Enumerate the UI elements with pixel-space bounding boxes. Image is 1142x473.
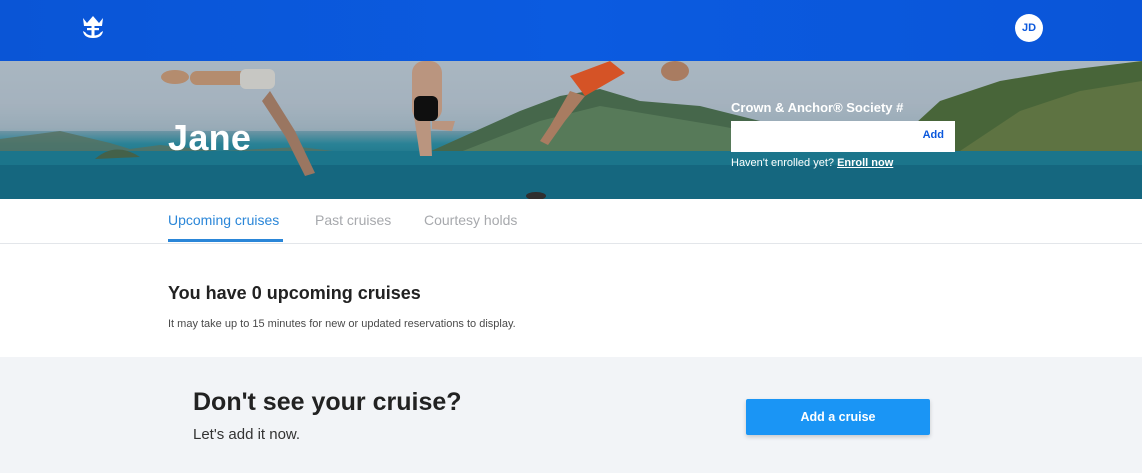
active-tab-indicator <box>168 239 283 242</box>
crown-anchor-icon[interactable] <box>79 14 107 40</box>
enroll-prompt-text: Haven't enrolled yet? <box>731 157 834 169</box>
cruise-tabs: Upcoming cruises Past cruises Courtesy h… <box>0 199 1142 244</box>
upcoming-cruises-heading: You have 0 upcoming cruises <box>168 283 421 303</box>
user-first-name: Jane <box>168 117 252 158</box>
user-avatar[interactable]: JD <box>1015 14 1043 42</box>
hero-banner: Jane Crown & Anchor® Society # Add Haven… <box>0 61 1142 199</box>
add-cruise-heading: Don't see your cruise? <box>193 388 462 416</box>
top-nav-bar: JD <box>0 0 1142 61</box>
add-cruise-button[interactable]: Add a cruise <box>746 399 930 435</box>
tab-past-cruises[interactable]: Past cruises <box>315 212 391 228</box>
add-cruise-subtitle: Let's add it now. <box>193 426 301 443</box>
crown-anchor-label: Crown & Anchor® Society # <box>731 100 904 115</box>
tab-courtesy-holds[interactable]: Courtesy holds <box>424 212 517 228</box>
enroll-now-link[interactable]: Enroll now <box>837 157 893 169</box>
reservation-delay-note: It may take up to 15 minutes for new or … <box>168 318 516 330</box>
crown-anchor-add-button[interactable]: Add <box>923 129 944 141</box>
tab-upcoming-cruises[interactable]: Upcoming cruises <box>168 212 279 228</box>
crown-anchor-field: Add <box>731 121 955 152</box>
enroll-prompt: Haven't enrolled yet? Enroll now <box>731 157 893 169</box>
crown-anchor-input[interactable] <box>731 121 911 152</box>
add-cruise-section: Don't see your cruise? Let's add it now.… <box>0 357 1142 473</box>
